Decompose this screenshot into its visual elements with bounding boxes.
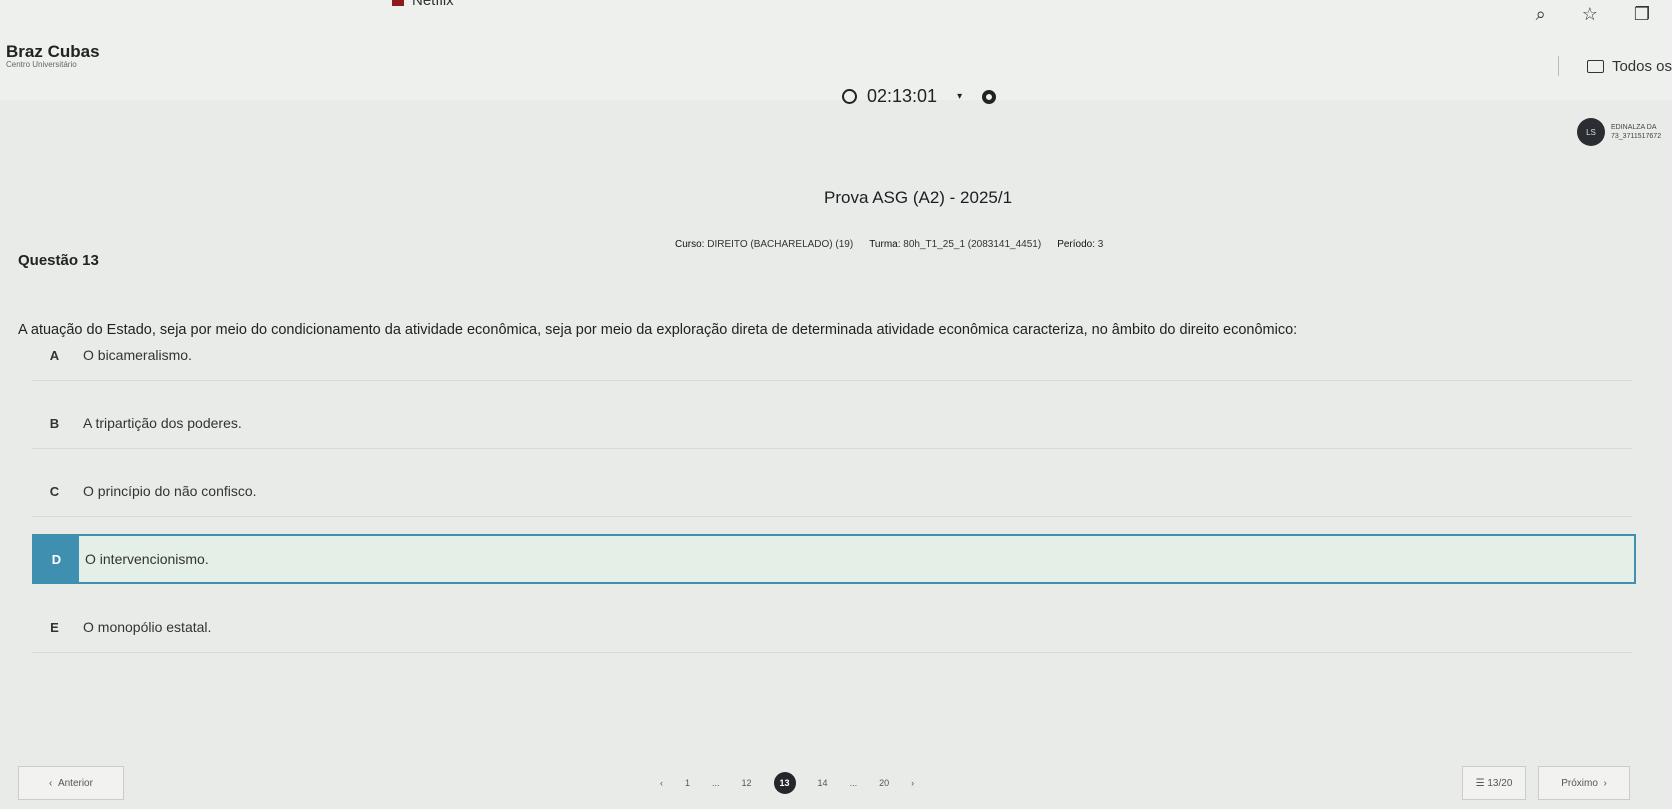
answer-option-d-selected[interactable]: D O intervencionismo. — [32, 534, 1636, 584]
user-name: EDINALZA DA 73_3711517672 — [1611, 123, 1661, 141]
pagination-next-icon[interactable]: › — [911, 778, 914, 788]
chevron-down-icon[interactable]: ▾ — [957, 91, 962, 102]
option-text: O intervencionismo. — [85, 551, 209, 567]
user-profile[interactable]: LS EDINALZA DA 73_3711517672 — [1577, 118, 1661, 146]
netflix-logo-icon — [392, 0, 404, 6]
option-text: O bicameralismo. — [83, 347, 192, 363]
page-link[interactable]: 20 — [879, 778, 889, 788]
previous-label: Anterior — [57, 777, 93, 789]
option-letter: D — [34, 536, 79, 582]
option-letter: A — [49, 347, 60, 363]
option-text: O princípio do não confisco. — [83, 483, 257, 499]
class-value: 80h_T1_25_1 (2083141_4451) — [903, 239, 1042, 250]
page-link[interactable]: 1 — [685, 778, 690, 788]
option-text: O monopólio estatal. — [83, 619, 212, 635]
pagination-prev-icon[interactable]: ‹ — [660, 778, 663, 788]
page-current[interactable]: 13 — [773, 772, 796, 794]
course-info: Curso: DIREITO (BACHARELADO) (19) — [675, 239, 853, 250]
period-label: Período: — [1057, 239, 1095, 250]
bookmarks-bar: Todos os — [1557, 56, 1672, 76]
zoom-icon[interactable]: ⌕ — [1536, 4, 1546, 25]
bookmark-star-icon[interactable]: ☆ — [1582, 4, 1598, 25]
option-letter: C — [49, 483, 60, 499]
option-letter: B — [49, 415, 60, 431]
course-label: Curso: — [675, 239, 705, 250]
browser-toolbar: ⌕ ☆ ❐ — [1536, 4, 1650, 25]
next-label: Próximo — [1561, 777, 1598, 789]
bookmarks-divider — [1557, 56, 1559, 76]
answer-option-a[interactable]: A O bicameralismo. — [32, 330, 1632, 381]
chevron-left-icon: ‹ — [49, 777, 58, 789]
next-button[interactable]: Próximo › — [1538, 766, 1630, 800]
list-icon: ☰ — [1475, 777, 1488, 789]
course-value: DIREITO (BACHARELADO) (19) — [707, 239, 854, 250]
period-value: 3 — [1097, 239, 1104, 250]
page-ellipsis: ... — [712, 778, 720, 788]
option-letter: E — [50, 619, 59, 635]
page-link[interactable]: 12 — [742, 778, 752, 788]
extensions-icon[interactable]: ❐ — [1634, 4, 1650, 25]
option-text: A tripartição dos poderes. — [83, 415, 242, 431]
class-info: Turma: 80h_T1_25_1 (2083141_4451) — [869, 239, 1041, 250]
timer-value: 02:13:01 — [867, 86, 938, 106]
exam-meta: Curso: DIREITO (BACHARELADO) (19) Turma:… — [675, 239, 1103, 250]
exam-title: Prova ASG (A2) - 2025/1 — [824, 188, 1013, 207]
brand-name: Braz Cubas — [6, 42, 100, 61]
browser-top-area: Netflix ⌕ ☆ ❐ Braz Cubas Centro Universi… — [0, 0, 1672, 100]
navigation-footer: ‹ Anterior ‹ 1 ... 12 13 14 ... 20 › ☰ 1… — [0, 760, 1672, 809]
exam-timer: 02:13:01 ▾ — [842, 86, 997, 107]
page-ellipsis: ... — [849, 778, 858, 788]
user-name-line2: 73_3711517672 — [1611, 133, 1662, 140]
record-icon[interactable] — [982, 89, 997, 104]
question-list-button[interactable]: ☰ 13/20 — [1462, 766, 1526, 800]
class-label: Turma: — [869, 239, 901, 250]
stopwatch-icon — [842, 89, 857, 104]
previous-button[interactable]: ‹ Anterior — [18, 766, 124, 800]
pagination: ‹ 1 ... 12 13 14 ... 20 › — [660, 772, 914, 794]
chevron-right-icon: › — [1597, 777, 1607, 789]
brand-logo[interactable]: Braz Cubas Centro Universitário — [6, 42, 100, 69]
answer-option-c[interactable]: C O princípio do não confisco. — [32, 466, 1632, 517]
answer-option-b[interactable]: B A tripartição dos poderes. — [32, 398, 1632, 449]
answer-option-e[interactable]: E O monopólio estatal. — [32, 602, 1632, 653]
page-link[interactable]: 14 — [818, 778, 828, 788]
progress-count: 13/20 — [1487, 777, 1513, 789]
avatar: LS — [1577, 118, 1605, 146]
browser-tab[interactable]: Netflix — [392, 0, 454, 9]
all-bookmarks-link[interactable]: Todos os — [1612, 58, 1672, 75]
user-name-line1: EDINALZA DA — [1611, 124, 1657, 131]
question-number: Questão 13 — [18, 252, 99, 269]
period-info: Período: 3 — [1057, 239, 1103, 250]
folder-icon — [1586, 59, 1604, 73]
tab-title: Netflix — [412, 0, 454, 9]
